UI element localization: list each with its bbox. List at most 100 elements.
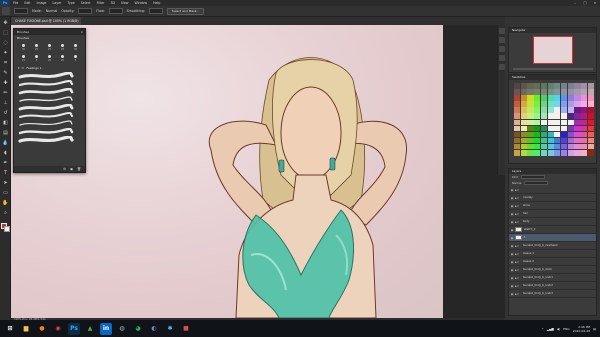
clone-stamp-icon[interactable]: ⊥ (2, 100, 9, 107)
color-swatch[interactable] (547, 143, 554, 150)
color-swatch[interactable] (540, 137, 547, 144)
color-swatch[interactable] (561, 119, 568, 126)
maps-icon[interactable]: ▲ (84, 322, 96, 335)
layer-row[interactable]: ◉ ▸▭ sleeve 2 (509, 258, 596, 266)
folder-icon[interactable]: ▸▭ (515, 220, 521, 224)
folder-icon[interactable]: ▸▭ (515, 276, 521, 280)
color-swatch[interactable] (561, 107, 568, 113)
color-swatch[interactable] (567, 95, 574, 101)
color-swatch[interactable] (534, 107, 541, 113)
color-swatch[interactable] (561, 137, 568, 144)
color-swatch[interactable] (527, 131, 534, 138)
magic-wand-icon[interactable]: ✦ (2, 50, 9, 57)
color-swatch[interactable] (567, 107, 574, 113)
color-swatch[interactable] (561, 150, 568, 156)
color-swatch[interactable] (574, 125, 581, 132)
color-swatch[interactable] (527, 107, 534, 113)
brush-preset[interactable]: 25 (31, 43, 42, 52)
chrome-icon[interactable]: ◉ (52, 322, 64, 335)
new-folder-icon[interactable]: ▣ (70, 167, 73, 171)
color-swatch[interactable] (527, 83, 534, 89)
color-swatch[interactable] (587, 150, 594, 156)
healing-brush-icon[interactable]: ✚ (2, 80, 9, 87)
color-swatch[interactable] (534, 137, 541, 144)
blur-tool-icon[interactable]: 💧 (2, 140, 9, 147)
folder-icon[interactable]: ▸▭ (515, 244, 521, 248)
layer-row[interactable]: ◉ ▸▭ tsunako_body_b_clock (509, 266, 596, 274)
shape-tool-icon[interactable]: ▭ (2, 190, 9, 197)
brush-preset[interactable]: 5 (70, 54, 81, 63)
spotify-icon[interactable]: ◕ (132, 322, 144, 335)
color-swatch[interactable] (554, 137, 561, 144)
color-swatch[interactable] (554, 101, 561, 107)
color-swatch[interactable] (574, 131, 581, 138)
brush-stroke-preview[interactable] (18, 128, 81, 136)
color-swatch[interactable] (567, 143, 574, 150)
color-swatch[interactable] (514, 137, 521, 144)
brush-icon[interactable] (2, 7, 10, 15)
color-swatch[interactable] (581, 83, 588, 89)
color-swatch[interactable] (514, 143, 521, 150)
color-swatch[interactable] (554, 125, 561, 132)
crop-tool-icon[interactable]: ⌗ (2, 60, 9, 67)
chevron-up-icon[interactable]: ^ (541, 327, 544, 331)
volume-icon[interactable]: ◀) (557, 327, 560, 331)
notifications-icon[interactable]: ▤ (593, 327, 596, 331)
color-swatch[interactable] (540, 95, 547, 101)
navigator-thumbnail[interactable] (533, 36, 573, 64)
color-swatch[interactable] (554, 131, 561, 138)
brush-preset[interactable]: 5 (31, 54, 42, 63)
color-swatch[interactable] (520, 150, 527, 156)
color-swatch[interactable] (567, 89, 574, 95)
color-swatch[interactable] (574, 119, 581, 126)
color-swatch[interactable] (547, 137, 554, 144)
marquee-tool-icon[interactable]: ⬚ (2, 30, 9, 37)
color-swatch[interactable] (527, 89, 534, 95)
color-swatch[interactable] (554, 107, 561, 113)
layer-row[interactable]: ◉ ▸▭ overlay (509, 194, 596, 202)
firefox-icon[interactable]: ● (36, 322, 48, 335)
color-swatch[interactable] (581, 125, 588, 132)
color-swatch[interactable] (561, 113, 568, 119)
color-swatch[interactable] (540, 131, 547, 138)
color-swatch[interactable] (547, 119, 554, 126)
color-swatch[interactable] (547, 95, 554, 101)
color-swatch[interactable] (520, 83, 527, 89)
color-swatch[interactable] (547, 83, 554, 89)
color-swatch[interactable] (581, 119, 588, 126)
color-swatch[interactable] (520, 107, 527, 113)
color-swatch[interactable] (527, 150, 534, 156)
color-swatch[interactable] (567, 119, 574, 126)
color-swatch[interactable] (540, 101, 547, 107)
brush-tool-icon[interactable]: ✏ (2, 90, 9, 97)
color-swatch[interactable] (520, 143, 527, 150)
color-swatch[interactable] (527, 125, 534, 132)
color-swatch[interactable] (587, 125, 594, 132)
color-swatch[interactable] (561, 125, 568, 132)
color-swatch[interactable] (567, 150, 574, 156)
color-swatch[interactable] (547, 131, 554, 138)
color-swatch[interactable] (534, 113, 541, 119)
eraser-icon[interactable]: ◧ (2, 120, 9, 127)
linkedin-icon[interactable]: in (100, 322, 112, 335)
brush-preset[interactable]: 15 (18, 54, 29, 63)
color-swatch[interactable] (514, 119, 521, 126)
brush-stroke-preview[interactable] (18, 136, 81, 144)
hand-tool-icon[interactable]: ✋ (2, 200, 9, 207)
color-swatch[interactable] (581, 107, 588, 113)
opacity-field[interactable] (78, 8, 93, 14)
color-swatch[interactable] (554, 95, 561, 101)
color-swatch[interactable] (520, 89, 527, 95)
type-tool-icon[interactable]: T (2, 170, 9, 177)
color-swatch[interactable] (561, 143, 568, 150)
color-swatch[interactable] (574, 95, 581, 101)
color-swatch[interactable] (547, 125, 554, 132)
color-swatch[interactable] (514, 89, 521, 95)
color-swatch[interactable] (527, 95, 534, 101)
eyedropper-icon[interactable]: ✎ (2, 70, 9, 77)
app-icon[interactable]: ■ (180, 322, 192, 335)
color-swatch[interactable] (514, 150, 521, 156)
color-swatch[interactable] (581, 131, 588, 138)
color-swatch[interactable] (514, 113, 521, 119)
color-swatch[interactable] (520, 125, 527, 132)
